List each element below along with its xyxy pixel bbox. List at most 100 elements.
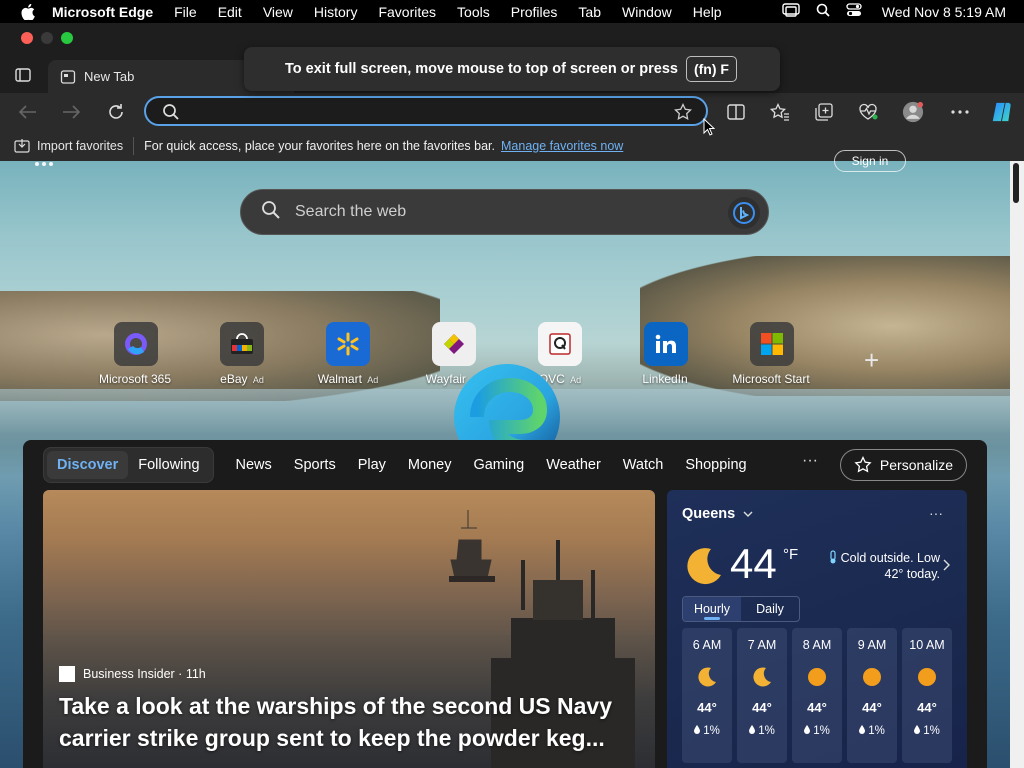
personalize-label: Personalize [879, 457, 954, 473]
menu-view[interactable]: View [263, 4, 293, 20]
raindrop-icon [804, 725, 811, 734]
forward-icon[interactable] [60, 101, 82, 123]
sun-icon [808, 668, 826, 686]
web-search-icon [261, 200, 281, 225]
forecast-hour[interactable]: 7 AM 44° 1% [737, 628, 787, 763]
tab-shopping[interactable]: Shopping [685, 457, 746, 473]
quick-link-walmart[interactable]: Walmart Ad [295, 322, 401, 386]
tab-sports[interactable]: Sports [294, 457, 336, 473]
quick-link-ebay[interactable]: eBay Ad [189, 322, 295, 386]
add-favorite-star-icon[interactable] [674, 102, 692, 126]
tab-weather[interactable]: Weather [546, 457, 601, 473]
import-favorites-button[interactable]: Import favorites [14, 138, 123, 154]
weather-tabs: Hourly Daily [682, 596, 800, 622]
forecast-hour[interactable]: 8 AM 44° 1% [792, 628, 842, 763]
menu-edit[interactable]: Edit [218, 4, 242, 20]
ad-badge: Ad [367, 375, 379, 385]
quick-link-label: eBay [220, 372, 248, 386]
bing-chat-icon[interactable] [728, 197, 760, 229]
menu-window[interactable]: Window [622, 4, 672, 20]
collections-icon[interactable] [813, 101, 835, 123]
tab-actions-icon[interactable] [14, 66, 32, 84]
display-icon[interactable] [782, 3, 800, 20]
menu-favorites[interactable]: Favorites [378, 4, 436, 20]
copilot-icon[interactable] [990, 101, 1012, 123]
menu-tools[interactable]: Tools [457, 4, 490, 20]
weather-location[interactable]: Queens [682, 506, 753, 522]
quick-link-label: LinkedIn [642, 372, 688, 386]
chevron-right-icon[interactable] [943, 558, 950, 574]
tab-gaming[interactable]: Gaming [473, 457, 524, 473]
hourly-forecast: 6 AM 44° 1% 7 AM 44° 1% 8 AM 44° 1% 9 AM… [682, 628, 952, 763]
favorites-icon[interactable] [769, 101, 791, 123]
menu-history[interactable]: History [314, 4, 358, 20]
app-launcher-icon[interactable] [34, 156, 54, 172]
refresh-icon[interactable] [105, 101, 127, 123]
menu-tab[interactable]: Tab [578, 4, 601, 20]
tab-news[interactable]: News [236, 457, 272, 473]
sign-in-button[interactable]: Sign in [834, 150, 906, 172]
weather-location-label: Queens [682, 506, 736, 522]
personalize-button[interactable]: Personalize [840, 449, 967, 481]
fullscreen-window-button[interactable] [61, 32, 73, 44]
forecast-temp: 44° [862, 700, 882, 715]
forecast-hour[interactable]: 9 AM 44° 1% [847, 628, 897, 763]
scrollbar-thumb[interactable] [1013, 163, 1019, 203]
tab-discover[interactable]: Discover [47, 451, 129, 479]
forecast-time: 9 AM [857, 638, 887, 652]
tab-money[interactable]: Money [408, 457, 452, 473]
tab-watch[interactable]: Watch [623, 457, 664, 473]
weather-more-icon[interactable]: ··· [929, 505, 943, 521]
forecast-hour[interactable]: 6 AM 44° 1% [682, 628, 732, 763]
weather-unit[interactable]: °F [783, 546, 798, 563]
forecast-time: 10 AM [909, 638, 945, 652]
control-center-icon[interactable] [846, 3, 862, 20]
moon-icon [687, 548, 721, 585]
hero-headline[interactable]: Take a look at the warships of the secon… [59, 690, 649, 754]
forecast-temp: 44° [807, 700, 827, 715]
page-scrollbar[interactable] [1010, 161, 1024, 768]
address-bar[interactable] [144, 96, 708, 126]
menu-file[interactable]: File [174, 4, 197, 20]
add-quick-link-button[interactable]: + [864, 345, 879, 376]
forecast-temp: 44° [697, 700, 717, 715]
forecast-hour[interactable]: 10 AM 44° 1% [902, 628, 952, 763]
tab-play[interactable]: Play [358, 457, 386, 473]
thermometer-icon [830, 550, 836, 564]
fullscreen-key-hint: (fn) F [685, 56, 737, 82]
forecast-time: 7 AM [747, 638, 777, 652]
tab-hourly[interactable]: Hourly [683, 597, 741, 621]
ad-badge: Ad [570, 375, 582, 385]
feed-more-icon[interactable]: ··· [802, 452, 818, 470]
minimize-window-button[interactable] [41, 32, 53, 44]
quick-link-microsoft-start[interactable]: Microsoft Start [719, 322, 825, 386]
business-insider-logo [59, 666, 75, 682]
tab-title: New Tab [84, 69, 135, 84]
back-icon[interactable] [17, 101, 39, 123]
favorites-divider [133, 137, 135, 155]
menu-app-name[interactable]: Microsoft Edge [52, 4, 153, 20]
import-icon [14, 139, 30, 153]
menubar-clock[interactable]: Wed Nov 8 5:19 AM [882, 4, 1006, 20]
settings-more-icon[interactable] [949, 101, 971, 123]
menu-help[interactable]: Help [693, 4, 722, 20]
linkedin-icon [655, 334, 676, 353]
spotlight-search-icon[interactable] [816, 3, 830, 20]
menu-profiles[interactable]: Profiles [511, 4, 558, 20]
weather-summary[interactable]: Cold outside. Low 42° today. [820, 550, 940, 582]
manage-favorites-link[interactable]: Manage favorites now [501, 139, 623, 153]
weather-summary-text: Cold outside. Low 42° today. [840, 551, 940, 581]
web-search-box[interactable]: Search the web [240, 189, 769, 235]
profile-avatar-icon[interactable] [902, 101, 924, 123]
forecast-precip: 1% [859, 725, 885, 737]
feed-segment-control: Discover Following [43, 447, 214, 483]
moon-icon [753, 667, 771, 687]
tab-daily[interactable]: Daily [741, 597, 799, 621]
split-screen-icon[interactable] [725, 101, 747, 123]
quick-link-microsoft-365[interactable]: Microsoft 365 [83, 322, 189, 386]
quick-link-linkedin[interactable]: LinkedIn [613, 322, 719, 386]
apple-menu-icon[interactable] [18, 3, 38, 20]
browser-essentials-icon[interactable] [857, 101, 879, 123]
tab-following[interactable]: Following [128, 451, 209, 479]
close-window-button[interactable] [21, 32, 33, 44]
